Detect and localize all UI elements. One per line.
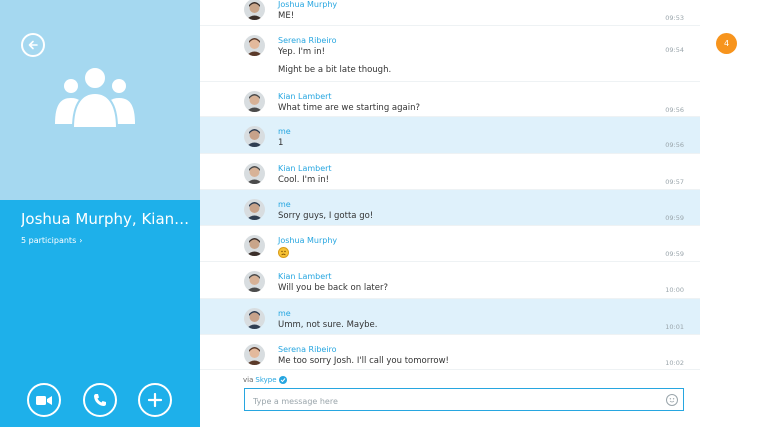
smiley-icon[interactable] <box>666 394 678 406</box>
phone-icon <box>94 394 106 406</box>
avatar[interactable] <box>244 91 265 112</box>
avatar[interactable] <box>244 271 265 292</box>
avatar[interactable] <box>244 235 265 256</box>
message-timestamp: 09:56 <box>665 141 684 149</box>
back-button[interactable] <box>21 33 45 57</box>
avatar[interactable] <box>244 344 265 365</box>
message-text: 1 <box>278 138 284 148</box>
sender-name[interactable]: me <box>278 200 291 209</box>
via-service-name: Skype <box>255 376 277 384</box>
message-timestamp: 09:59 <box>665 214 684 222</box>
avatar[interactable] <box>244 199 265 220</box>
conversation-title: Joshua Murphy, Kian Lambert, Serena Ribe… <box>21 210 191 228</box>
avatar[interactable] <box>244 308 265 329</box>
message-row[interactable]: Kian Lambert Will you be back on later? 10… <box>200 262 700 299</box>
message-composer <box>244 388 684 412</box>
message-row[interactable]: me 1 09:56 <box>200 117 700 154</box>
sender-name[interactable]: me <box>278 127 291 136</box>
message-text: Sorry guys, I gotta go! <box>278 211 374 221</box>
message-timestamp: 10:00 <box>665 286 684 294</box>
conversation-header-art <box>0 0 200 200</box>
message-timestamp: 09:56 <box>665 106 684 114</box>
sender-name[interactable]: Serena Ribeiro <box>278 36 337 45</box>
message-timestamp: 09:59 <box>665 250 684 258</box>
avatar[interactable] <box>244 126 265 147</box>
arrow-left-icon <box>28 40 38 50</box>
message-row[interactable]: Kian Lambert Cool. I'm in! 09:57 <box>200 154 700 190</box>
message-timestamp: 09:54 <box>665 46 684 54</box>
conversation-sidebar: Joshua Murphy, Kian Lambert, Serena Ribe… <box>0 0 200 427</box>
chevron-right-icon: › <box>79 236 83 245</box>
message-text: Yep. I'm in! <box>278 47 326 57</box>
message-list[interactable]: Joshua Murphy ME! 09:53 Serena Ribeiro Yep. … <box>200 0 700 370</box>
plus-icon <box>148 393 162 407</box>
skype-conversation-window: Joshua Murphy, Kian Lambert, Serena Ribe… <box>0 0 759 427</box>
message-text: Cool. I'm in! <box>278 175 330 185</box>
message-text: Umm, not sure. Maybe. <box>278 320 378 330</box>
message-text: Might be a bit late though. <box>278 65 392 75</box>
avatar[interactable] <box>244 35 265 56</box>
sad-face-emoji-icon <box>278 247 289 258</box>
message-text: What time are we starting again? <box>278 103 420 113</box>
message-timestamp: 09:57 <box>665 178 684 186</box>
avatar[interactable] <box>244 0 265 20</box>
message-timestamp: 10:02 <box>665 359 684 367</box>
unread-count-badge[interactable]: 4 <box>716 33 737 54</box>
sender-name[interactable]: me <box>278 309 291 318</box>
via-service-label: via Skype <box>243 376 287 384</box>
message-row[interactable]: Kian Lambert What time are we starting ag… <box>200 82 700 117</box>
sender-name[interactable]: Kian Lambert <box>278 164 332 173</box>
message-row[interactable]: me Umm, not sure. Maybe. 10:01 <box>200 299 700 335</box>
sender-name[interactable]: Serena Ribeiro <box>278 345 337 354</box>
participants-label: 5 participants <box>21 236 77 245</box>
sender-name[interactable]: Joshua Murphy <box>278 0 337 9</box>
avatar[interactable] <box>244 163 265 184</box>
message-input[interactable] <box>245 391 683 412</box>
group-people-icon <box>55 66 135 129</box>
participants-link[interactable]: 5 participants › <box>21 236 82 245</box>
video-call-button[interactable] <box>27 383 61 417</box>
voice-call-button[interactable] <box>83 383 117 417</box>
sender-name[interactable]: Kian Lambert <box>278 272 332 281</box>
video-camera-icon <box>36 395 52 405</box>
sender-name[interactable]: Kian Lambert <box>278 92 332 101</box>
skype-logo-icon <box>278 376 287 384</box>
message-row[interactable]: Joshua Murphy ME! 09:53 <box>200 0 700 26</box>
message-row[interactable]: Joshua Murphy 09:59 <box>200 226 700 262</box>
message-row[interactable]: me Sorry guys, I gotta go! 09:59 <box>200 190 700 226</box>
message-row[interactable]: Serena Ribeiro Yep. I'm in! Might be a bit… <box>200 26 700 82</box>
message-text: ME! <box>278 11 295 21</box>
via-label: via <box>243 376 254 384</box>
sender-name[interactable]: Joshua Murphy <box>278 236 337 245</box>
add-button[interactable] <box>138 383 172 417</box>
message-row[interactable]: Serena Ribeiro Me too sorry Josh. I'll ca… <box>200 335 700 370</box>
message-timestamp: 09:53 <box>665 14 684 22</box>
message-text: Me too sorry Josh. I'll call you tomorro… <box>278 356 449 366</box>
message-text: Will you be back on later? <box>278 283 388 293</box>
message-timestamp: 10:01 <box>665 323 684 331</box>
